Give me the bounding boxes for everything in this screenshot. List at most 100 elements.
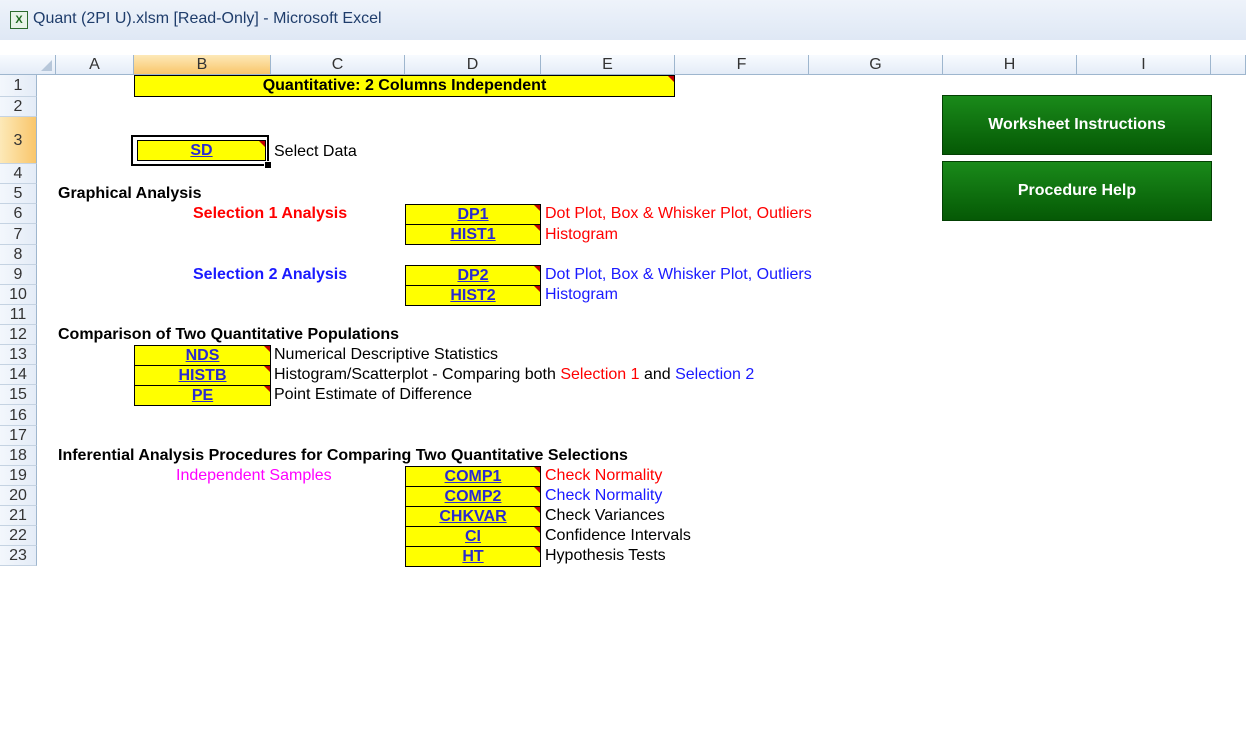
comp1-button-label: COMP1 bbox=[444, 468, 502, 485]
row-header-21[interactable]: 21 bbox=[0, 506, 37, 526]
comment-indicator-icon bbox=[534, 467, 540, 473]
row-header-13[interactable]: 13 bbox=[0, 345, 37, 365]
column-header-f[interactable]: F bbox=[675, 55, 809, 75]
comment-indicator-icon bbox=[668, 76, 674, 82]
selection-1-label: Selection 1 Analysis bbox=[193, 205, 348, 222]
column-header-b[interactable]: B bbox=[134, 55, 271, 75]
select-data-label: Select Data bbox=[274, 143, 357, 160]
comment-indicator-icon bbox=[259, 141, 265, 147]
comment-indicator-icon bbox=[264, 346, 270, 352]
hist2-button[interactable]: HIST2 bbox=[405, 285, 541, 306]
worksheet-instructions-button[interactable]: Worksheet Instructions bbox=[942, 95, 1212, 155]
row-header-12[interactable]: 12 bbox=[0, 325, 37, 345]
ht-button[interactable]: HT bbox=[405, 546, 541, 567]
column-header-next[interactable] bbox=[1211, 55, 1246, 75]
dp2-button-label: DP2 bbox=[457, 267, 489, 284]
sheet-title: Quantitative: 2 Columns Independent bbox=[134, 75, 675, 97]
comment-indicator-icon bbox=[534, 487, 540, 493]
dp1-description: Dot Plot, Box & Whisker Plot, Outliers bbox=[545, 205, 812, 222]
ci-button[interactable]: CI bbox=[405, 526, 541, 547]
selection-2-label: Selection 2 Analysis bbox=[193, 266, 348, 283]
procedure-help-button[interactable]: Procedure Help bbox=[942, 161, 1212, 221]
select-all-corner[interactable] bbox=[0, 55, 56, 75]
row-header-2[interactable]: 2 bbox=[0, 97, 37, 117]
graphical-analysis-heading: Graphical Analysis bbox=[58, 185, 202, 202]
row-header-7[interactable]: 7 bbox=[0, 224, 37, 245]
row-header-9[interactable]: 9 bbox=[0, 265, 37, 285]
comment-indicator-icon bbox=[534, 547, 540, 553]
comment-indicator-icon bbox=[534, 205, 540, 211]
row-header-18[interactable]: 18 bbox=[0, 446, 37, 466]
comp1-description: Check Normality bbox=[545, 467, 663, 484]
dp1-button[interactable]: DP1 bbox=[405, 204, 541, 225]
hist1-button[interactable]: HIST1 bbox=[405, 224, 541, 245]
row-header-19[interactable]: 19 bbox=[0, 466, 37, 486]
histb-description: Histogram/Scatterplot - Comparing both S… bbox=[274, 366, 754, 384]
column-header-e[interactable]: E bbox=[541, 55, 675, 75]
pe-button[interactable]: PE bbox=[134, 385, 271, 406]
hist1-description: Histogram bbox=[545, 226, 618, 243]
comment-indicator-icon bbox=[534, 225, 540, 231]
row-header-15[interactable]: 15 bbox=[0, 385, 37, 405]
ci-description: Confidence Intervals bbox=[545, 527, 691, 544]
excel-icon: X bbox=[10, 11, 28, 29]
comment-indicator-icon bbox=[534, 527, 540, 533]
comp1-button[interactable]: COMP1 bbox=[405, 466, 541, 487]
row-header-3[interactable]: 3 bbox=[0, 117, 37, 164]
row-header-20[interactable]: 20 bbox=[0, 486, 37, 506]
comment-indicator-icon bbox=[264, 366, 270, 372]
chkvar-description: Check Variances bbox=[545, 507, 665, 524]
column-header-a[interactable]: A bbox=[56, 55, 134, 75]
row-header-23[interactable]: 23 bbox=[0, 546, 37, 566]
sd-button[interactable]: SD bbox=[137, 140, 266, 161]
column-header-i[interactable]: I bbox=[1077, 55, 1211, 75]
chkvar-button[interactable]: CHKVAR bbox=[405, 506, 541, 527]
dp2-button[interactable]: DP2 bbox=[405, 265, 541, 286]
dp1-button-label: DP1 bbox=[457, 206, 489, 223]
comparison-heading: Comparison of Two Quantitative Populatio… bbox=[58, 326, 400, 343]
column-header-g[interactable]: G bbox=[809, 55, 943, 75]
row-header-4[interactable]: 4 bbox=[0, 164, 37, 184]
column-header-h[interactable]: H bbox=[943, 55, 1077, 75]
histb-button[interactable]: HISTB bbox=[134, 365, 271, 386]
histb-desc-prefix: Histogram/Scatterplot - Comparing both bbox=[274, 366, 561, 383]
ht-button-label: HT bbox=[462, 548, 484, 565]
hist2-description: Histogram bbox=[545, 286, 618, 303]
row-header-17[interactable]: 17 bbox=[0, 426, 37, 446]
row-header-1[interactable]: 1 bbox=[0, 75, 37, 97]
comment-indicator-icon bbox=[534, 507, 540, 513]
chkvar-button-label: CHKVAR bbox=[439, 508, 507, 525]
window-title: Quant (2PI U).xlsm [Read-Only] - Microso… bbox=[33, 10, 382, 27]
dp2-description: Dot Plot, Box & Whisker Plot, Outliers bbox=[545, 266, 812, 283]
ht-description: Hypothesis Tests bbox=[545, 547, 666, 564]
comment-indicator-icon bbox=[534, 286, 540, 292]
row-header-5[interactable]: 5 bbox=[0, 184, 37, 204]
column-header-c[interactable]: C bbox=[271, 55, 405, 75]
nds-button[interactable]: NDS bbox=[134, 345, 271, 366]
histb-button-label: HISTB bbox=[178, 367, 227, 384]
column-header-d[interactable]: D bbox=[405, 55, 541, 75]
comp2-button[interactable]: COMP2 bbox=[405, 486, 541, 507]
row-header-14[interactable]: 14 bbox=[0, 365, 37, 385]
row-header-16[interactable]: 16 bbox=[0, 405, 37, 426]
comp2-button-label: COMP2 bbox=[444, 488, 502, 505]
comment-indicator-icon bbox=[264, 386, 270, 392]
row-header-8[interactable]: 8 bbox=[0, 245, 37, 265]
independent-samples-label: Independent Samples bbox=[176, 467, 332, 484]
pe-button-label: PE bbox=[191, 387, 214, 404]
histb-and: and bbox=[639, 366, 676, 383]
inferential-heading: Inferential Analysis Procedures for Comp… bbox=[58, 447, 628, 464]
row-header-6[interactable]: 6 bbox=[0, 204, 37, 224]
row-header-10[interactable]: 10 bbox=[0, 285, 37, 305]
fill-handle[interactable] bbox=[264, 161, 272, 169]
title-bar: X Quant (2PI U).xlsm [Read-Only] - Micro… bbox=[0, 0, 1246, 40]
nds-description: Numerical Descriptive Statistics bbox=[274, 346, 499, 363]
pe-description: Point Estimate of Difference bbox=[274, 386, 473, 403]
histb-selection-2: Selection 2 bbox=[675, 366, 755, 383]
comp2-description: Check Normality bbox=[545, 487, 663, 504]
row-header-22[interactable]: 22 bbox=[0, 526, 37, 546]
nds-button-label: NDS bbox=[185, 347, 220, 364]
row-header-11[interactable]: 11 bbox=[0, 305, 37, 325]
comment-indicator-icon bbox=[534, 266, 540, 272]
hist2-button-label: HIST2 bbox=[450, 287, 496, 304]
